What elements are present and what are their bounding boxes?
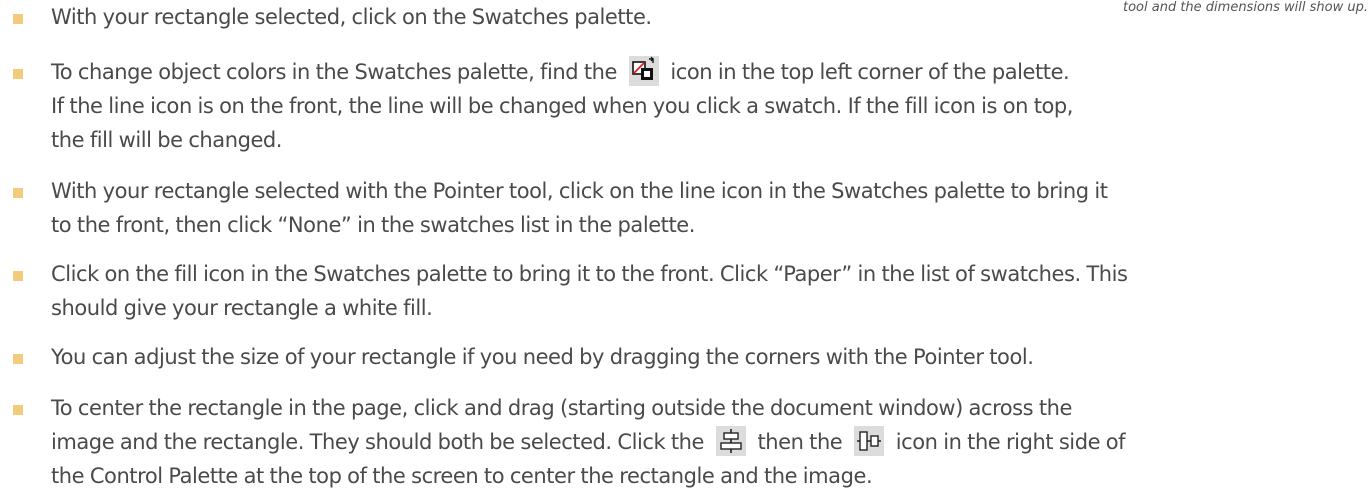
step-text-segment: image and the rectangle. They should bot… (51, 430, 710, 454)
step-line: You can adjust the size of your rectangl… (51, 345, 1034, 369)
step-line: the Control Palette at the top of the sc… (51, 464, 873, 488)
bullet-icon (13, 405, 23, 415)
step-line: image and the rectangle. They should bot… (51, 425, 1367, 459)
step-line: To change object colors in the Swatches … (51, 55, 1367, 89)
step-line: With your rectangle selected, click on t… (51, 5, 652, 29)
bullet-icon (13, 354, 23, 364)
step-line: Click on the fill icon in the Swatches p… (51, 262, 1128, 286)
step-line: With your rectangle selected with the Po… (51, 179, 1108, 203)
bullet-icon (13, 14, 23, 24)
bullet-icon (13, 271, 23, 281)
step-text-segment: then the (751, 430, 848, 454)
step-text: With your rectangle selected, click on t… (51, 0, 1367, 34)
step-text-segment: icon in the top left corner of the palet… (664, 60, 1070, 84)
step-line: to the front, then click “None” in the s… (51, 213, 695, 237)
step-text-segment: To change object colors in the Swatches … (51, 60, 623, 84)
step-text: To center the rectangle in the page, cli… (51, 391, 1367, 493)
step-text: With your rectangle selected with the Po… (51, 174, 1367, 242)
step-line: should give your rectangle a white fill. (51, 296, 433, 320)
step-line: the fill will be changed. (51, 128, 283, 152)
step-text-segment: icon in the right side of (890, 430, 1126, 454)
step-text: You can adjust the size of your rectangl… (51, 340, 1367, 374)
step-line: If the line icon is on the front, the li… (51, 94, 1074, 118)
fill-stroke-swatch-icon (628, 56, 659, 86)
step-line: To center the rectangle in the page, cli… (51, 396, 1073, 420)
step-text: Click on the fill icon in the Swatches p… (51, 257, 1367, 325)
align-horizontal-centers-icon (715, 426, 746, 456)
step-text: To change object colors in the Swatches … (51, 55, 1367, 157)
bullet-icon (13, 188, 23, 198)
bullet-icon (13, 69, 23, 79)
align-vertical-centers-icon (854, 426, 884, 456)
